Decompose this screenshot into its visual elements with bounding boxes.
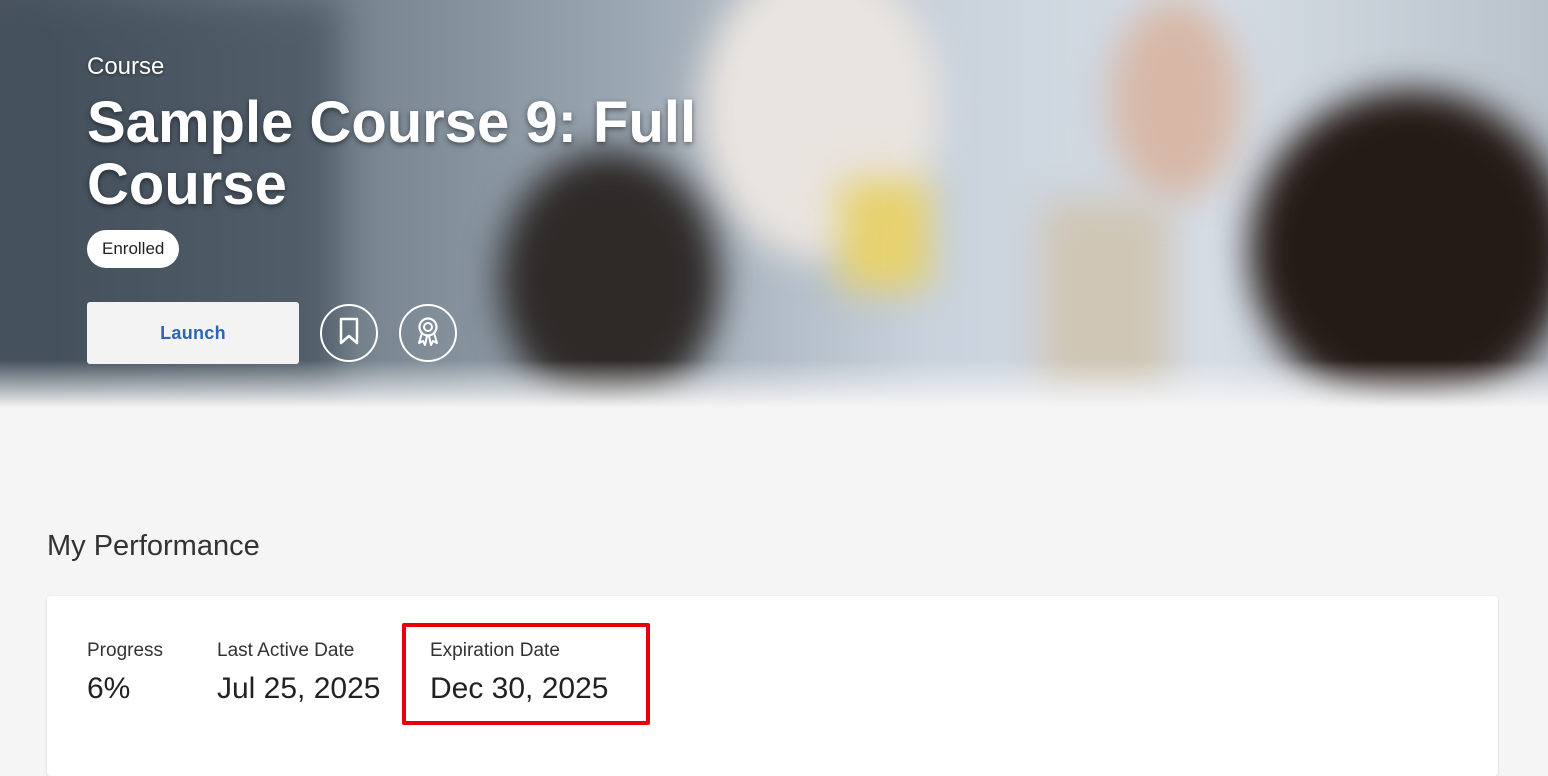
certificate-icon bbox=[413, 315, 443, 352]
performance-card: Progress 6% Last Active Date Jul 25, 202… bbox=[47, 596, 1498, 776]
bookmark-button[interactable] bbox=[320, 304, 378, 362]
stat-label: Progress bbox=[87, 640, 164, 661]
content-type-label: Course bbox=[87, 53, 165, 80]
hero-image-part bbox=[1110, 0, 1240, 200]
certificate-button[interactable] bbox=[399, 304, 457, 362]
course-title: Sample Course 9: Full Course bbox=[87, 90, 697, 217]
hero-banner: Course Sample Course 9: Full Course Enro… bbox=[0, 0, 1548, 410]
hero-content: Course Sample Course 9: Full Course Enro… bbox=[87, 52, 767, 268]
stat-value: Dec 30, 2025 bbox=[430, 672, 609, 705]
stat-progress: Progress 6% bbox=[87, 639, 163, 707]
launch-button[interactable]: Launch bbox=[87, 302, 299, 364]
hero-image-part bbox=[840, 180, 930, 290]
stat-label: Last Active Date bbox=[217, 640, 355, 661]
stat-label: Expiration Date bbox=[430, 640, 560, 661]
stat-expiration-date: Expiration Date Dec 30, 2025 bbox=[430, 639, 608, 707]
stat-value: Jul 25, 2025 bbox=[217, 672, 381, 705]
enrolled-badge: Enrolled bbox=[87, 230, 180, 268]
bookmark-icon bbox=[336, 316, 362, 351]
stat-last-active-date: Last Active Date Jul 25, 2025 bbox=[217, 639, 380, 707]
course-actions: Launch bbox=[87, 302, 457, 364]
hero-fade bbox=[0, 360, 1548, 410]
performance-heading: My Performance bbox=[47, 530, 260, 562]
stat-value: 6% bbox=[87, 672, 131, 705]
